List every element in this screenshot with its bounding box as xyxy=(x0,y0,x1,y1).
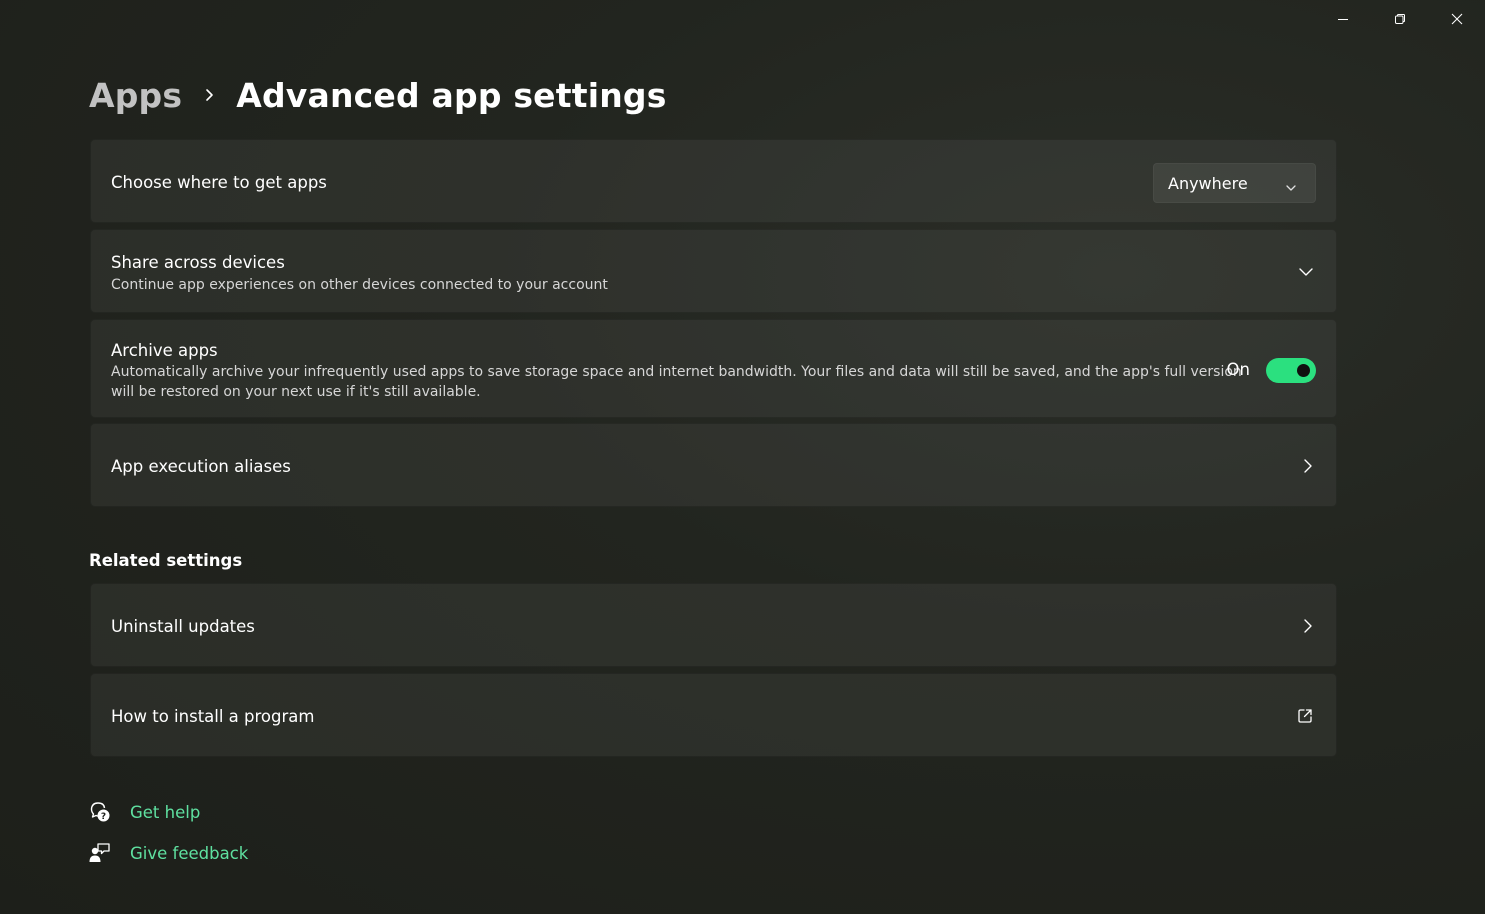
chevron-right-icon xyxy=(1302,458,1314,478)
get-help-link[interactable]: ? Get help xyxy=(89,801,200,823)
page-title: Advanced app settings xyxy=(236,75,667,115)
toggle-state-label: On xyxy=(1226,360,1250,379)
card-description-line-2: will be restored on your next use if it'… xyxy=(111,384,481,400)
card-title: Choose where to get apps xyxy=(111,173,327,192)
app-execution-aliases-card[interactable]: App execution aliases xyxy=(90,423,1337,507)
app-source-dropdown[interactable]: Anywhere xyxy=(1153,163,1316,203)
how-to-install-program-card[interactable]: How to install a program xyxy=(90,673,1337,757)
card-title: Uninstall updates xyxy=(111,617,255,636)
card-title: How to install a program xyxy=(111,707,315,726)
close-button[interactable] xyxy=(1428,0,1485,38)
share-across-devices-card[interactable]: Share across devices Continue app experi… xyxy=(90,229,1337,313)
give-feedback-text: Give feedback xyxy=(130,843,249,863)
feedback-person-icon xyxy=(89,842,111,864)
archive-apps-card: Archive apps Automatically archive your … xyxy=(90,319,1337,418)
dropdown-selected-value: Anywhere xyxy=(1168,174,1248,193)
related-settings-heading: Related settings xyxy=(89,551,243,570)
breadcrumb-chevron-icon xyxy=(204,88,214,102)
window-controls xyxy=(1314,0,1485,38)
minimize-button[interactable] xyxy=(1314,0,1371,38)
restore-icon xyxy=(1394,14,1405,24)
card-description: Continue app experiences on other device… xyxy=(111,277,608,293)
restore-button[interactable] xyxy=(1371,0,1428,38)
close-icon xyxy=(1451,13,1462,25)
card-title: Archive apps xyxy=(111,341,218,360)
get-help-text: Get help xyxy=(130,802,201,822)
choose-where-to-get-apps-card: Choose where to get apps Anywhere xyxy=(90,139,1337,223)
chevron-down-icon xyxy=(1285,178,1297,197)
svg-text:?: ? xyxy=(101,812,106,822)
uninstall-updates-card[interactable]: Uninstall updates xyxy=(90,583,1337,667)
card-description-line-1: Automatically archive your infrequently … xyxy=(111,364,1242,380)
card-title: Share across devices xyxy=(111,253,285,272)
open-external-icon xyxy=(1296,707,1314,729)
chevron-right-icon xyxy=(1302,618,1314,638)
chevron-down-icon[interactable] xyxy=(1298,263,1314,282)
give-feedback-link[interactable]: Give feedback xyxy=(89,842,248,864)
minimize-icon xyxy=(1337,19,1348,20)
archive-apps-toggle[interactable] xyxy=(1266,358,1316,383)
card-title: App execution aliases xyxy=(111,457,291,476)
breadcrumb-apps-link[interactable]: Apps xyxy=(89,76,182,115)
toggle-knob xyxy=(1297,364,1310,377)
breadcrumb: Apps Advanced app settings xyxy=(89,72,667,118)
help-chat-icon: ? xyxy=(89,801,111,823)
